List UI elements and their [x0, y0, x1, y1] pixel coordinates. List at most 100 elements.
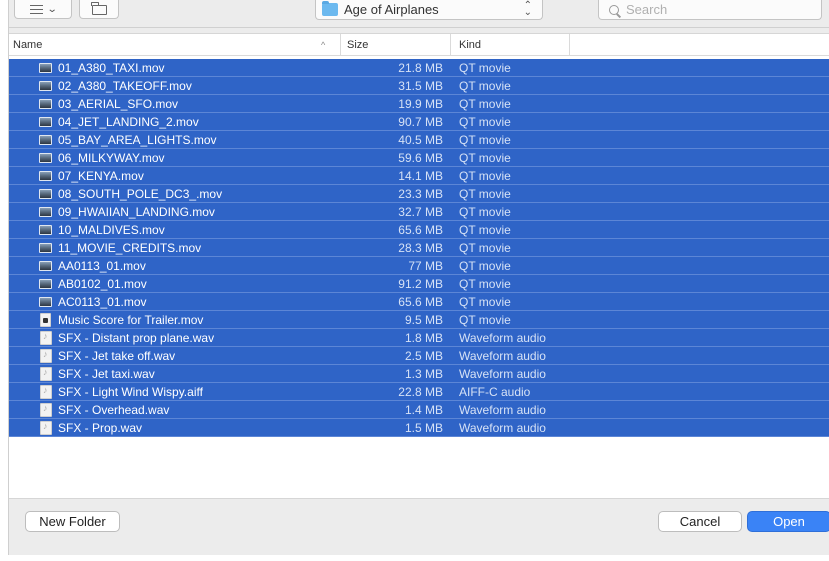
file-row[interactable]: SFX - Jet taxi.wav 1.3 MB Waveform audio	[9, 365, 829, 383]
file-row[interactable]: AB0102_01.mov 91.2 MB QT movie	[9, 275, 829, 293]
movie-file-icon	[39, 99, 52, 109]
file-name: SFX - Overhead.wav	[58, 403, 170, 417]
file-name: SFX - Jet take off.wav	[58, 349, 176, 363]
file-name: 09_HWAIIAN_LANDING.mov	[58, 205, 215, 219]
audio-file-icon	[40, 421, 52, 435]
file-kind: Waveform audio	[459, 367, 546, 381]
file-size: 1.4 MB	[404, 403, 443, 417]
movie-file-icon	[39, 135, 52, 145]
file-kind: QT movie	[459, 169, 511, 183]
movie-file-icon	[39, 81, 52, 91]
file-row[interactable]: SFX - Jet take off.wav 2.5 MB Waveform aud…	[9, 347, 829, 365]
size-column-header[interactable]: Size	[340, 34, 450, 56]
search-placeholder: Search	[626, 2, 668, 17]
new-folder-button[interactable]: New Folder	[25, 511, 120, 532]
file-size: 2.5 MB	[404, 349, 443, 363]
file-row[interactable]: 07_KENYA.mov 14.1 MB QT movie	[9, 167, 829, 185]
file-kind: QT movie	[459, 151, 511, 165]
file-rows: 01_A380_TAXI.mov 21.8 MB QT movie 02_A380_T…	[9, 59, 829, 437]
file-name: AB0102_01.mov	[58, 277, 147, 291]
file-list[interactable]: Name ^ Size Kind 01_A380_TAXI.mov 21.8 MB…	[9, 33, 829, 499]
file-kind: QT movie	[459, 187, 511, 201]
file-kind: QT movie	[459, 223, 511, 237]
file-size: 77 MB	[408, 259, 443, 273]
file-name: 06_MILKYWAY.mov	[58, 151, 165, 165]
file-name: 04_JET_LANDING_2.mov	[58, 115, 199, 129]
file-kind: Waveform audio	[459, 331, 546, 345]
list-view-icon	[29, 4, 43, 14]
file-row[interactable]: 05_BAY_AREA_LIGHTS.mov 40.5 MB QT movie	[9, 131, 829, 149]
movie-file-icon	[39, 63, 52, 73]
file-size: 65.6 MB	[398, 223, 443, 237]
new-folder-icon-button[interactable]	[79, 0, 119, 19]
file-size: 40.5 MB	[398, 133, 443, 147]
file-kind: Waveform audio	[459, 421, 546, 435]
folder-outline-icon	[91, 2, 107, 15]
open-button[interactable]: Open	[747, 511, 829, 532]
file-row[interactable]: 02_A380_TAKEOFF.mov 31.5 MB QT movie	[9, 77, 829, 95]
file-row[interactable]: SFX - Distant prop plane.wav 1.8 MB Wavefo…	[9, 329, 829, 347]
file-name: 05_BAY_AREA_LIGHTS.mov	[58, 133, 217, 147]
file-size: 28.3 MB	[398, 241, 443, 255]
file-size: 9.5 MB	[404, 313, 443, 327]
file-kind: Waveform audio	[459, 349, 546, 363]
audio-file-icon	[40, 385, 52, 399]
sort-ascending-icon: ^	[321, 40, 326, 50]
movie-file-icon	[39, 171, 52, 181]
file-kind: QT movie	[459, 115, 511, 129]
file-kind: QT movie	[459, 277, 511, 291]
movie-file-icon	[39, 153, 52, 163]
document-file-icon	[40, 313, 51, 327]
file-name: 07_KENYA.mov	[58, 169, 144, 183]
search-icon	[609, 4, 619, 15]
movie-file-icon	[39, 279, 52, 289]
file-size: 91.2 MB	[398, 277, 443, 291]
file-row[interactable]: 06_MILKYWAY.mov 59.6 MB QT movie	[9, 149, 829, 167]
open-file-dialog: ⌄ Age of Airplanes ⌃ ⌄ Search Name ^ Size…	[8, 0, 829, 555]
file-row[interactable]: 01_A380_TAXI.mov 21.8 MB QT movie	[9, 59, 829, 77]
file-row[interactable]: AC0113_01.mov 65.6 MB QT movie	[9, 293, 829, 311]
movie-file-icon	[39, 225, 52, 235]
file-name: 01_A380_TAXI.mov	[58, 61, 165, 75]
file-size: 1.8 MB	[404, 331, 443, 345]
cancel-button[interactable]: Cancel	[658, 511, 742, 532]
file-size: 31.5 MB	[398, 79, 443, 93]
file-name: 02_A380_TAKEOFF.mov	[58, 79, 192, 93]
file-row[interactable]: SFX - Prop.wav 1.5 MB Waveform audio	[9, 419, 829, 437]
up-down-arrows-icon: ⌃ ⌄	[523, 0, 532, 18]
audio-file-icon	[40, 403, 52, 417]
location-popup[interactable]: Age of Airplanes ⌃ ⌄	[315, 0, 543, 20]
file-size: 1.5 MB	[404, 421, 443, 435]
file-row[interactable]: 08_SOUTH_POLE_DC3_.mov 23.3 MB QT movie	[9, 185, 829, 203]
kind-column-header[interactable]: Kind	[450, 34, 570, 56]
file-size: 32.7 MB	[398, 205, 443, 219]
file-row[interactable]: SFX - Light Wind Wispy.aiff 22.8 MB AIFF-C…	[9, 383, 829, 401]
file-row[interactable]: Music Score for Trailer.mov 9.5 MB QT movi…	[9, 311, 829, 329]
file-size: 22.8 MB	[398, 385, 443, 399]
size-column-label: Size	[347, 39, 369, 51]
file-row[interactable]: 03_AERIAL_SFO.mov 19.9 MB QT movie	[9, 95, 829, 113]
search-field[interactable]: Search	[598, 0, 822, 20]
column-header: Name ^ Size Kind	[9, 34, 829, 56]
file-name: 10_MALDIVES.mov	[58, 223, 165, 237]
file-row[interactable]: SFX - Overhead.wav 1.4 MB Waveform audio	[9, 401, 829, 419]
file-size: 19.9 MB	[398, 97, 443, 111]
movie-file-icon	[39, 117, 52, 127]
file-row[interactable]: 04_JET_LANDING_2.mov 90.7 MB QT movie	[9, 113, 829, 131]
name-column-label: Name	[13, 39, 43, 51]
file-row[interactable]: 10_MALDIVES.mov 65.6 MB QT movie	[9, 221, 829, 239]
toolbar: ⌄ Age of Airplanes ⌃ ⌄ Search	[9, 0, 829, 28]
audio-file-icon	[40, 349, 52, 363]
file-name: SFX - Distant prop plane.wav	[58, 331, 215, 345]
name-column-header[interactable]: Name ^	[13, 34, 333, 56]
file-kind: AIFF-C audio	[459, 385, 531, 399]
view-options-button[interactable]: ⌄	[14, 0, 72, 19]
file-size: 1.3 MB	[404, 367, 443, 381]
file-row[interactable]: AA0113_01.mov 77 MB QT movie	[9, 257, 829, 275]
file-row[interactable]: 11_MOVIE_CREDITS.mov 28.3 MB QT movie	[9, 239, 829, 257]
movie-file-icon	[39, 261, 52, 271]
file-row[interactable]: 09_HWAIIAN_LANDING.mov 32.7 MB QT movie	[9, 203, 829, 221]
file-size: 14.1 MB	[398, 169, 443, 183]
file-kind: Waveform audio	[459, 403, 546, 417]
location-label: Age of Airplanes	[344, 2, 439, 17]
